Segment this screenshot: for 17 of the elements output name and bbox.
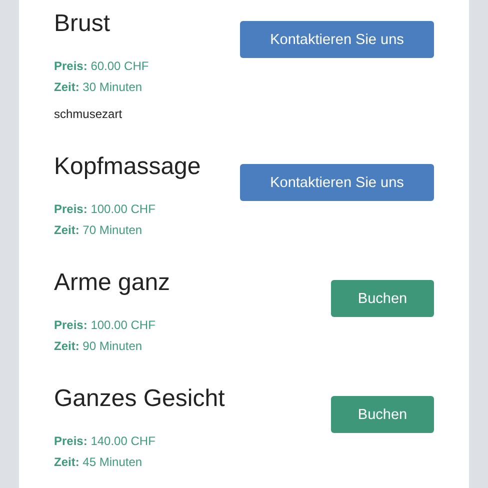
duration-text: Zeit: 90 Minuten	[54, 338, 144, 355]
price-text: Preis: 100.00 CHF	[54, 201, 156, 218]
price-text: Preis: 140.00 CHF	[54, 433, 156, 450]
duration-text: Zeit: 70 Minuten	[54, 222, 144, 239]
price-text: Preis: 100.00 CHF	[54, 317, 156, 334]
duration-text: Zeit: 30 Minuten	[54, 79, 144, 96]
service-title: Arme ganz	[54, 268, 170, 298]
contact-button[interactable]: Kontaktieren Sie uns	[240, 21, 434, 58]
book-button[interactable]: Buchen	[331, 396, 434, 433]
contact-button[interactable]: Kontaktieren Sie uns	[240, 164, 434, 201]
book-button[interactable]: Buchen	[331, 280, 434, 317]
service-description: schmusezart	[54, 106, 124, 123]
service-title: Brust	[54, 9, 112, 39]
price-text: Preis: 60.00 CHF	[54, 58, 149, 75]
duration-text: Zeit: 45 Minuten	[54, 454, 144, 471]
service-title: Ganzes Gesicht	[54, 384, 225, 414]
service-title: Kopfmassage	[54, 152, 201, 182]
